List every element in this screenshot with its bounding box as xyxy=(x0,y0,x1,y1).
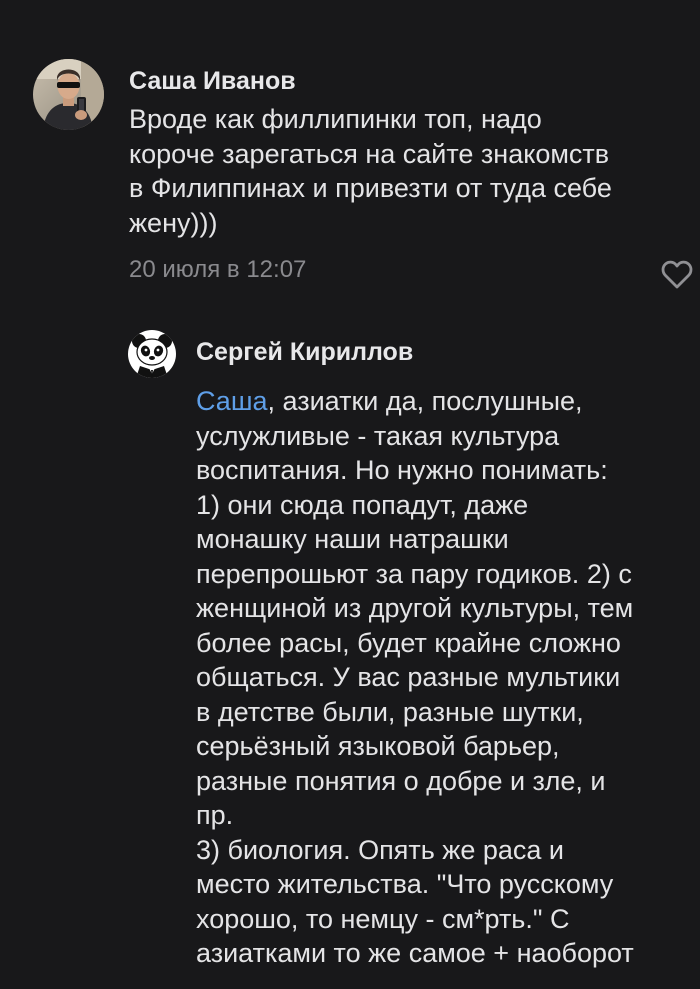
comment-text: Вроде как филлипинки топ, надо короче за… xyxy=(129,104,612,238)
reply-body: Сергей Кириллов Саша, азиатки да, послуш… xyxy=(196,330,700,971)
comment-author[interactable]: Саша Иванов xyxy=(129,59,689,96)
reply-text-body: , азиатки да, послушные, услужливые - та… xyxy=(196,386,634,968)
mention-link[interactable]: Саша xyxy=(196,386,268,416)
heart-outline-icon[interactable] xyxy=(661,260,693,290)
comment-date[interactable]: 20 июля в 12:07 xyxy=(129,255,689,285)
reply-author[interactable]: Сергей Кириллов xyxy=(196,330,700,367)
panda-avatar[interactable] xyxy=(128,330,176,378)
comment-body: Саша Иванов Вроде как филлипинки топ, на… xyxy=(129,59,689,285)
user-photo-avatar[interactable] xyxy=(33,59,104,130)
reply-text: Саша, азиатки да, послушные, услужливые … xyxy=(196,384,700,971)
